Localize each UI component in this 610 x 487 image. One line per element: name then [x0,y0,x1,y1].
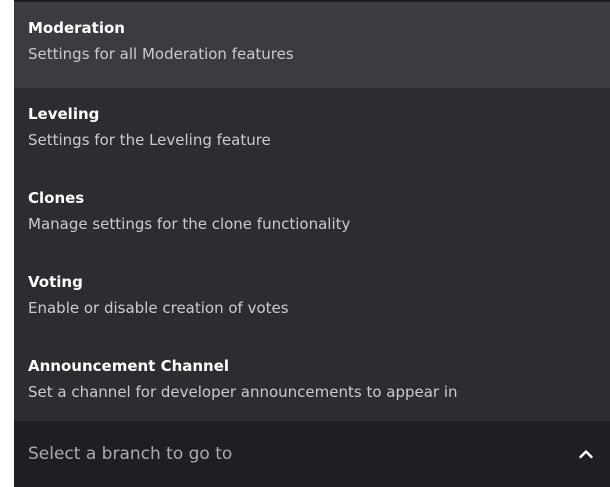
option-voting[interactable]: Voting Enable or disable creation of vot… [14,256,610,340]
option-title: Announcement Channel [28,357,230,375]
option-clones[interactable]: Clones Manage settings for the clone fun… [14,172,610,256]
option-title: Leveling [28,105,100,123]
option-description: Enable or disable creation of votes [28,299,289,317]
option-title: Voting [28,273,83,291]
branch-select[interactable]: Select a branch to go to [14,421,610,487]
option-announcement-channel[interactable]: Announcement Channel Set a channel for d… [14,340,610,421]
dropdown-menu: Moderation Settings for all Moderation f… [14,0,610,421]
option-title: Moderation [28,19,125,37]
chevron-up-icon[interactable] [566,434,606,474]
option-title: Clones [28,189,85,207]
select-placeholder: Select a branch to go to [28,444,233,464]
option-description: Settings for the Leveling feature [28,131,271,149]
option-leveling[interactable]: Leveling Settings for the Leveling featu… [14,88,610,172]
option-description: Settings for all Moderation features [28,45,294,63]
option-description: Set a channel for developer announcement… [28,383,458,401]
option-description: Manage settings for the clone functional… [28,215,351,233]
option-moderation[interactable]: Moderation Settings for all Moderation f… [14,2,610,88]
